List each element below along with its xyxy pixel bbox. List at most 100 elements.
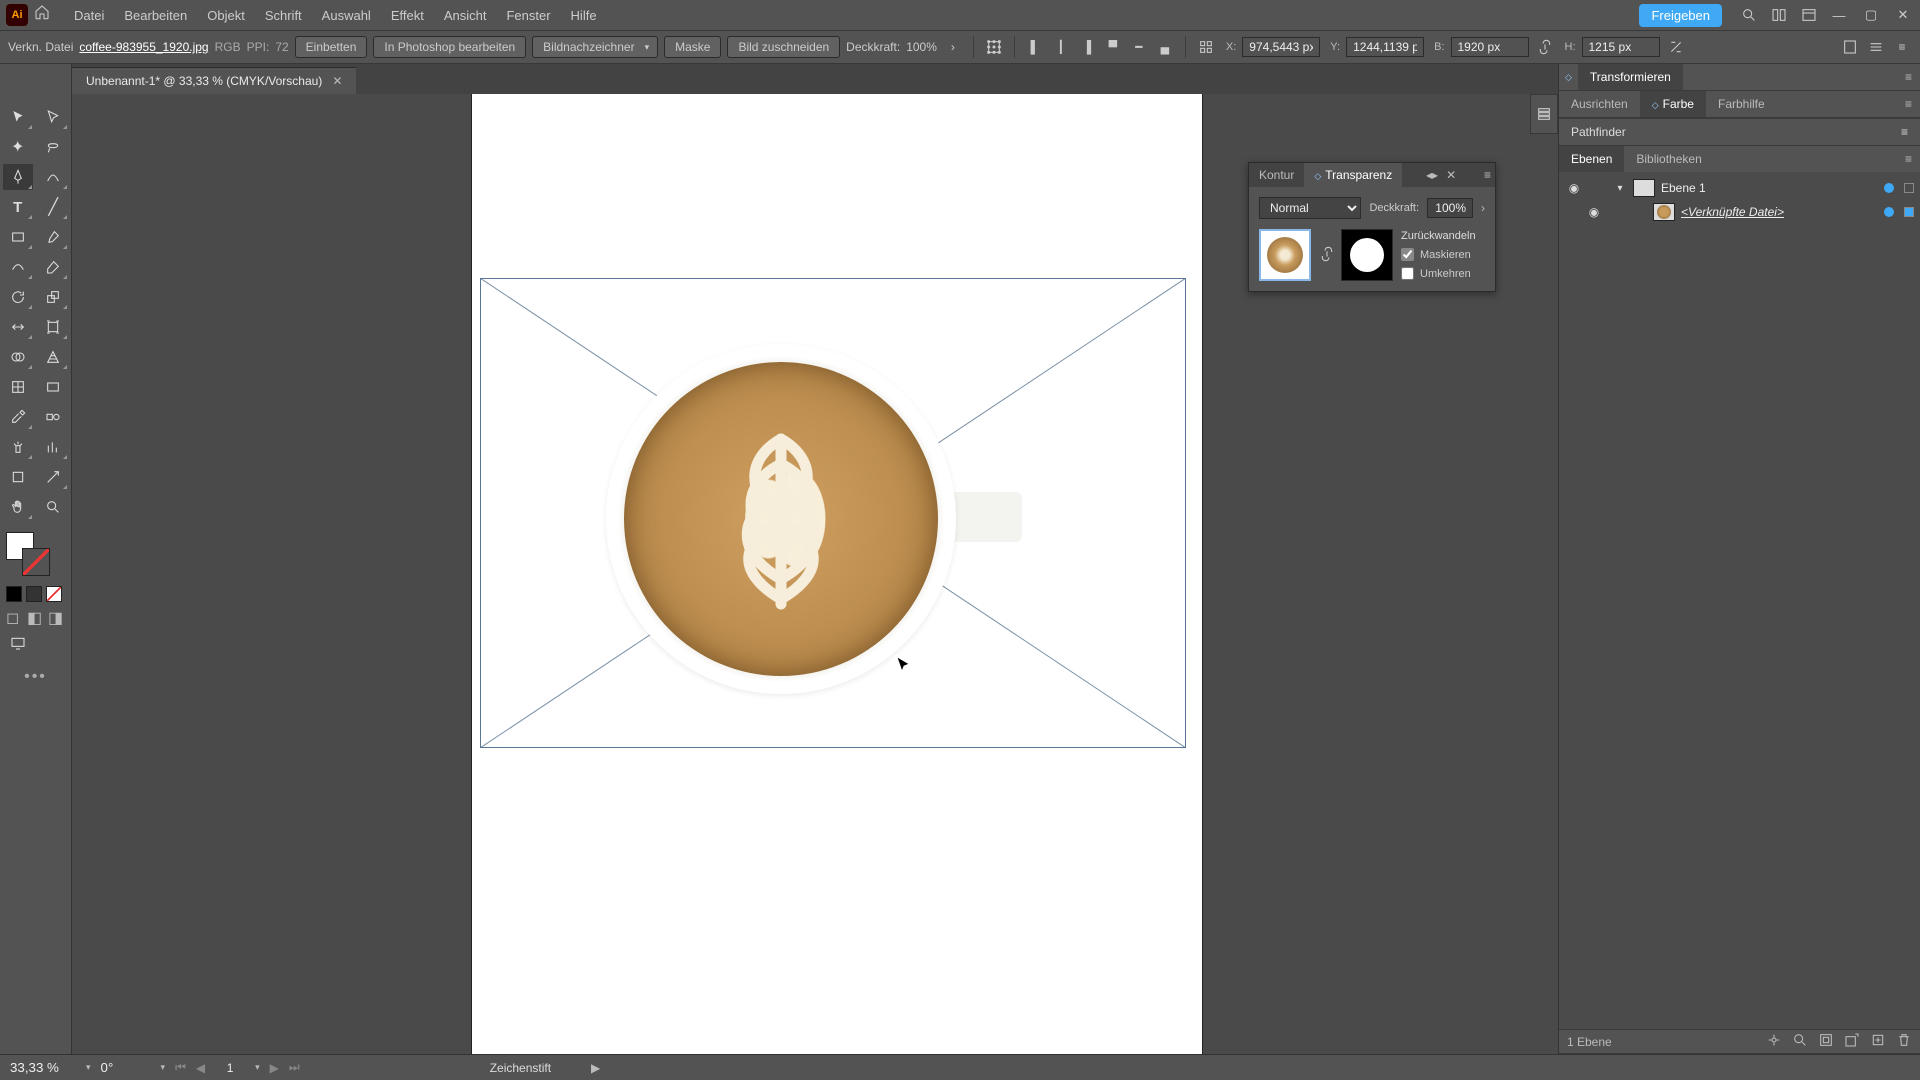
align-right-icon[interactable]: ▐ — [1077, 37, 1097, 57]
panel-close-icon[interactable]: ✕ — [1446, 168, 1456, 182]
target-indicator-icon[interactable] — [1884, 183, 1894, 193]
layer-name[interactable]: <Verknüpfte Datei> — [1681, 205, 1784, 219]
align-top-icon[interactable]: ▀ — [1103, 37, 1123, 57]
shaper-tool[interactable] — [3, 254, 33, 280]
visibility-eye-icon[interactable]: ◉ — [1585, 205, 1603, 219]
align-vcenter-icon[interactable]: ━ — [1129, 37, 1149, 57]
search-icon[interactable] — [1738, 4, 1760, 26]
tab-farbhilfe[interactable]: Farbhilfe — [1706, 91, 1777, 117]
pen-tool[interactable] — [3, 164, 33, 190]
scale-tool[interactable] — [39, 284, 69, 310]
artboard-index[interactable]: 1 — [215, 1061, 245, 1075]
tab-kontur[interactable]: Kontur — [1249, 163, 1304, 187]
gradient-tool[interactable] — [39, 374, 69, 400]
y-field[interactable] — [1346, 37, 1424, 57]
share-button[interactable]: Freigeben — [1639, 4, 1722, 27]
tab-pathfinder[interactable]: Pathfinder ≡ — [1559, 118, 1920, 145]
workspace-switcher-icon[interactable] — [1798, 4, 1820, 26]
type-tool[interactable]: T — [3, 194, 33, 220]
stroke-swatch[interactable] — [22, 548, 50, 576]
artboard-prev-icon[interactable]: ◀ — [196, 1061, 205, 1075]
artboard-dropdown-icon[interactable]: ▾ — [255, 1062, 260, 1073]
panel-menu-icon[interactable]: ≡ — [1897, 93, 1920, 115]
placed-image-frame[interactable] — [480, 278, 1186, 748]
rotate-tool[interactable] — [3, 284, 33, 310]
mask-button[interactable]: Maske — [664, 36, 721, 58]
transparency-panel[interactable]: Kontur ◇Transparenz ◂▸ ✕ ≡ Normal Deckkr… — [1248, 162, 1496, 292]
x-field[interactable] — [1242, 37, 1320, 57]
align-hcenter-icon[interactable]: ┃ — [1051, 37, 1071, 57]
menu-ansicht[interactable]: Ansicht — [434, 0, 497, 30]
mask-link-icon[interactable] — [1319, 246, 1333, 265]
draw-inside-icon[interactable]: ◨ — [48, 608, 65, 622]
rectangle-tool[interactable] — [3, 224, 33, 250]
invert-checkbox[interactable]: Umkehren — [1401, 267, 1476, 280]
artboard-last-icon[interactable]: ⏭ — [289, 1060, 300, 1075]
eyedropper-tool[interactable] — [3, 404, 33, 430]
visibility-eye-icon[interactable]: ◉ — [1565, 181, 1583, 195]
zoom-tool[interactable] — [39, 494, 69, 520]
blend-tool[interactable] — [39, 404, 69, 430]
locate-layer-icon[interactable] — [1792, 1032, 1808, 1051]
align-left-icon[interactable]: ▌ — [1025, 37, 1045, 57]
selection-indicator[interactable] — [1904, 183, 1914, 193]
link-wh-icon[interactable] — [1535, 37, 1555, 57]
draw-normal-icon[interactable]: ◻ — [6, 608, 23, 622]
transform-grid-icon[interactable] — [1196, 37, 1216, 57]
image-trace-dropdown[interactable]: Bildnachzeichner — [532, 36, 658, 58]
rotation-field[interactable] — [101, 1060, 151, 1075]
perspective-grid-tool[interactable] — [39, 344, 69, 370]
disclosure-twist-icon[interactable]: ▾ — [1613, 183, 1627, 194]
menu-hilfe[interactable]: Hilfe — [561, 0, 607, 30]
layer-name[interactable]: Ebene 1 — [1661, 181, 1706, 195]
blend-mode-select[interactable]: Normal — [1259, 197, 1361, 219]
direct-selection-tool[interactable] — [39, 104, 69, 130]
shear-icon[interactable] — [1666, 37, 1686, 57]
reference-point-icon[interactable] — [984, 37, 1004, 57]
doc-setup-icon[interactable] — [1840, 37, 1860, 57]
menu-datei[interactable]: Datei — [64, 0, 114, 30]
free-transform-tool[interactable] — [39, 314, 69, 340]
zoom-dropdown-icon[interactable]: ▾ — [86, 1062, 91, 1073]
new-layer-icon[interactable] — [1870, 1032, 1886, 1051]
crop-image-button[interactable]: Bild zuschneiden — [727, 36, 840, 58]
menu-auswahl[interactable]: Auswahl — [312, 0, 381, 30]
h-field[interactable] — [1582, 37, 1660, 57]
status-play-icon[interactable]: ▶ — [591, 1061, 600, 1075]
rotation-dropdown-icon[interactable]: ▾ — [161, 1062, 166, 1073]
tab-ausrichten[interactable]: Ausrichten — [1559, 91, 1640, 117]
content-thumbnail[interactable] — [1259, 229, 1311, 281]
panel-menu-icon[interactable]: ≡ — [1901, 125, 1908, 139]
opacity-arrow-icon[interactable]: › — [943, 37, 963, 57]
symbol-sprayer-tool[interactable] — [3, 434, 33, 460]
eraser-tool[interactable] — [39, 254, 69, 280]
menu-objekt[interactable]: Objekt — [197, 0, 255, 30]
none-mode-icon[interactable] — [46, 586, 62, 602]
tab-ebenen[interactable]: Ebenen — [1559, 146, 1624, 172]
clip-checkbox[interactable]: Maskieren — [1401, 248, 1476, 261]
release-mask-button[interactable]: Zurückwandeln — [1401, 230, 1476, 242]
panel-menu-icon[interactable]: ≡ — [1897, 148, 1920, 170]
menu-bearbeiten[interactable]: Bearbeiten — [114, 0, 197, 30]
w-field[interactable] — [1451, 37, 1529, 57]
tab-farbe[interactable]: ◇Farbe — [1640, 91, 1706, 117]
window-minimize-icon[interactable]: — — [1828, 4, 1850, 26]
layer-row[interactable]: ◉ ▾ Ebene 1 — [1559, 176, 1920, 200]
opacity-arrow-icon[interactable]: › — [1481, 201, 1485, 215]
hand-tool[interactable] — [3, 494, 33, 520]
draw-behind-icon[interactable]: ◧ — [27, 608, 44, 622]
lasso-tool[interactable] — [39, 134, 69, 160]
embed-button[interactable]: Einbetten — [295, 36, 368, 58]
home-icon[interactable] — [34, 4, 56, 26]
artboard-tool[interactable] — [3, 464, 33, 490]
panel-menu-icon[interactable]: ≡ — [1892, 37, 1912, 57]
tab-transformieren[interactable]: Transformieren — [1578, 64, 1683, 90]
curvature-tool[interactable] — [39, 164, 69, 190]
edit-in-photoshop-button[interactable]: In Photoshop bearbeiten — [373, 36, 526, 58]
zoom-field[interactable] — [10, 1060, 76, 1075]
panel-collapse-icon[interactable]: ◂▸ — [1426, 168, 1438, 182]
fill-stroke-swatches[interactable] — [6, 532, 50, 576]
opacity-field[interactable] — [1427, 198, 1473, 218]
document-tab[interactable]: Unbenannt-1* @ 33,33 % (CMYK/Vorschau) ✕ — [72, 67, 356, 94]
magic-wand-tool[interactable]: ✦ — [3, 134, 33, 160]
